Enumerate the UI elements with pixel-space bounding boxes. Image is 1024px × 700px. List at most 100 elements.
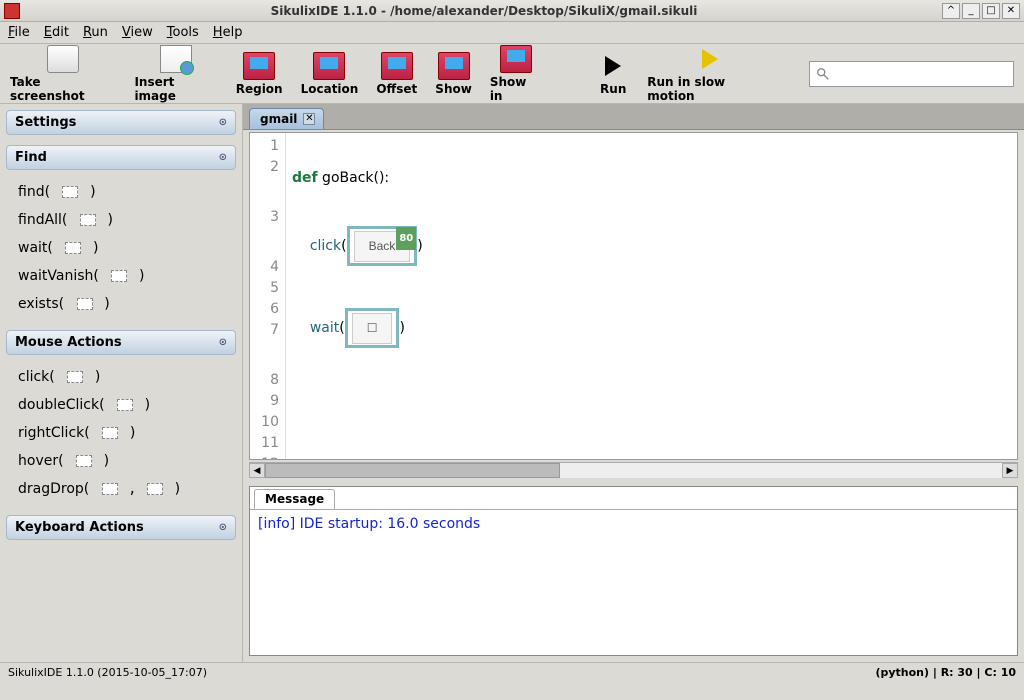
toolbar-label: Take screenshot: [10, 75, 116, 103]
editor-pane: gmail ✕ 1 2 3 4 5 6 7 8 9 10 11 12 13 de…: [243, 104, 1024, 662]
search-box[interactable]: [809, 61, 1014, 87]
cmd-wait[interactable]: wait( ): [16, 234, 230, 262]
chevron-down-icon: ⊙: [219, 117, 227, 128]
toolbar-label: Run in slow motion: [647, 75, 773, 103]
pattern-thumb-icon: [67, 371, 83, 383]
panel-find: Find ⊙ find( ) findAll( ) wait( ) waitVa…: [6, 145, 236, 320]
pattern-thumb-icon: [62, 186, 78, 198]
main-area: Settings ⊙ Find ⊙ find( ) findAll( ) wai…: [0, 104, 1024, 662]
cmd-dragdrop[interactable]: dragDrop( , ): [16, 475, 230, 503]
take-screenshot-button[interactable]: Take screenshot: [10, 45, 116, 103]
menu-run[interactable]: Run: [83, 25, 108, 40]
panel-header-mouse[interactable]: Mouse Actions ⊙: [6, 330, 236, 355]
menu-edit[interactable]: Edit: [44, 25, 69, 40]
show-in-icon: [500, 45, 532, 73]
window-controls: ^ _ □ ✕: [942, 3, 1020, 19]
pattern-thumbnail[interactable]: Back80: [347, 226, 418, 266]
pattern-thumb-icon: [117, 399, 133, 411]
insert-image-button[interactable]: Insert image: [134, 45, 217, 103]
scroll-right-arrow[interactable]: ▶: [1002, 463, 1018, 478]
panel-header-keyboard[interactable]: Keyboard Actions ⊙: [6, 515, 236, 540]
maximize-button[interactable]: □: [982, 3, 1000, 19]
panel-header-find[interactable]: Find ⊙: [6, 145, 236, 170]
toolbar-label: Region: [236, 82, 283, 96]
cmd-find[interactable]: find( ): [16, 178, 230, 206]
code-editor[interactable]: 1 2 3 4 5 6 7 8 9 10 11 12 13 def goBack…: [249, 132, 1018, 460]
rollup-button[interactable]: ^: [942, 3, 960, 19]
pattern-thumb-icon: [80, 214, 96, 226]
horizontal-scrollbar[interactable]: ◀ ▶: [249, 462, 1018, 478]
cmd-findall[interactable]: findAll( ): [16, 206, 230, 234]
scroll-thumb[interactable]: [265, 463, 560, 478]
cmd-doubleclick[interactable]: doubleClick( ): [16, 391, 230, 419]
menubar: File Edit Run View Tools Help: [0, 22, 1024, 44]
message-tabs: Message: [250, 487, 1017, 509]
toolbar-label: Offset: [376, 82, 417, 96]
tab-message[interactable]: Message: [254, 489, 335, 510]
play-icon: [597, 52, 629, 80]
cmd-hover[interactable]: hover( ): [16, 447, 230, 475]
pattern-thumb-icon: [102, 483, 118, 495]
toolbar-label: Show: [435, 82, 472, 96]
panel-header-settings[interactable]: Settings ⊙: [6, 110, 236, 135]
camera-icon: [47, 45, 79, 73]
window-title: SikulixIDE 1.1.0 - /home/alexander/Deskt…: [26, 4, 942, 18]
toolbar-label: Show in: [490, 75, 542, 103]
editor-tabs: gmail ✕: [243, 104, 1024, 130]
tab-gmail[interactable]: gmail ✕: [249, 108, 324, 129]
offset-button[interactable]: Offset: [376, 52, 417, 96]
show-icon: [438, 52, 470, 80]
panel-keyboard: Keyboard Actions ⊙: [6, 515, 236, 540]
close-button[interactable]: ✕: [1002, 3, 1020, 19]
status-left: SikulixIDE 1.1.0 (2015-10-05_17:07): [8, 666, 875, 679]
chevron-up-icon: ⊙: [219, 152, 227, 163]
pattern-thumb-icon: [102, 427, 118, 439]
toolbar-label: Insert image: [134, 75, 217, 103]
chevron-up-icon: ⊙: [219, 337, 227, 348]
location-button[interactable]: Location: [301, 52, 359, 96]
region-icon: [243, 52, 275, 80]
cmd-click[interactable]: click( ): [16, 363, 230, 391]
message-panel: Message [info] IDE startup: 16.0 seconds: [249, 486, 1018, 656]
pattern-thumb-icon: [111, 270, 127, 282]
window-titlebar: SikulixIDE 1.1.0 - /home/alexander/Deskt…: [0, 0, 1024, 22]
menu-file[interactable]: File: [8, 25, 30, 40]
tab-label: gmail: [260, 112, 297, 126]
pattern-thumb-icon: [147, 483, 163, 495]
scroll-left-arrow[interactable]: ◀: [249, 463, 265, 478]
play-slow-icon: [694, 45, 726, 73]
app-icon: [4, 3, 20, 19]
show-button[interactable]: Show: [435, 52, 472, 96]
toolbar-label: Run: [600, 82, 626, 96]
panel-title: Find: [15, 150, 47, 165]
pattern-thumbnail[interactable]: ☐: [345, 308, 400, 348]
toolbar-label: Location: [301, 82, 359, 96]
search-input[interactable]: [834, 67, 1007, 81]
insert-image-icon: [160, 45, 192, 73]
panel-title: Keyboard Actions: [15, 520, 144, 535]
show-in-button[interactable]: Show in: [490, 45, 542, 103]
panel-title: Settings: [15, 115, 76, 130]
menu-help[interactable]: Help: [213, 25, 243, 40]
chevron-down-icon: ⊙: [219, 522, 227, 533]
sidebar: Settings ⊙ Find ⊙ find( ) findAll( ) wai…: [0, 104, 243, 662]
pattern-thumb-icon: [76, 455, 92, 467]
cmd-exists[interactable]: exists( ): [16, 290, 230, 318]
cmd-waitvanish[interactable]: waitVanish( ): [16, 262, 230, 290]
statusbar: SikulixIDE 1.1.0 (2015-10-05_17:07) (pyt…: [0, 662, 1024, 682]
close-icon[interactable]: ✕: [303, 113, 315, 125]
region-button[interactable]: Region: [236, 52, 283, 96]
location-icon: [313, 52, 345, 80]
cmd-rightclick[interactable]: rightClick( ): [16, 419, 230, 447]
menu-tools[interactable]: Tools: [167, 25, 199, 40]
code-body[interactable]: def goBack(): click(Back80) wait(☐) find…: [286, 133, 1017, 459]
minimize-button[interactable]: _: [962, 3, 980, 19]
message-body: [info] IDE startup: 16.0 seconds: [250, 509, 1017, 655]
pattern-thumb-icon: [65, 242, 81, 254]
menu-view[interactable]: View: [122, 25, 153, 40]
run-slow-button[interactable]: Run in slow motion: [647, 45, 773, 103]
panel-mouse: Mouse Actions ⊙ click( ) doubleClick( ) …: [6, 330, 236, 505]
run-button[interactable]: Run: [597, 52, 629, 96]
line-gutter: 1 2 3 4 5 6 7 8 9 10 11 12 13: [250, 133, 286, 459]
panel-settings: Settings ⊙: [6, 110, 236, 135]
